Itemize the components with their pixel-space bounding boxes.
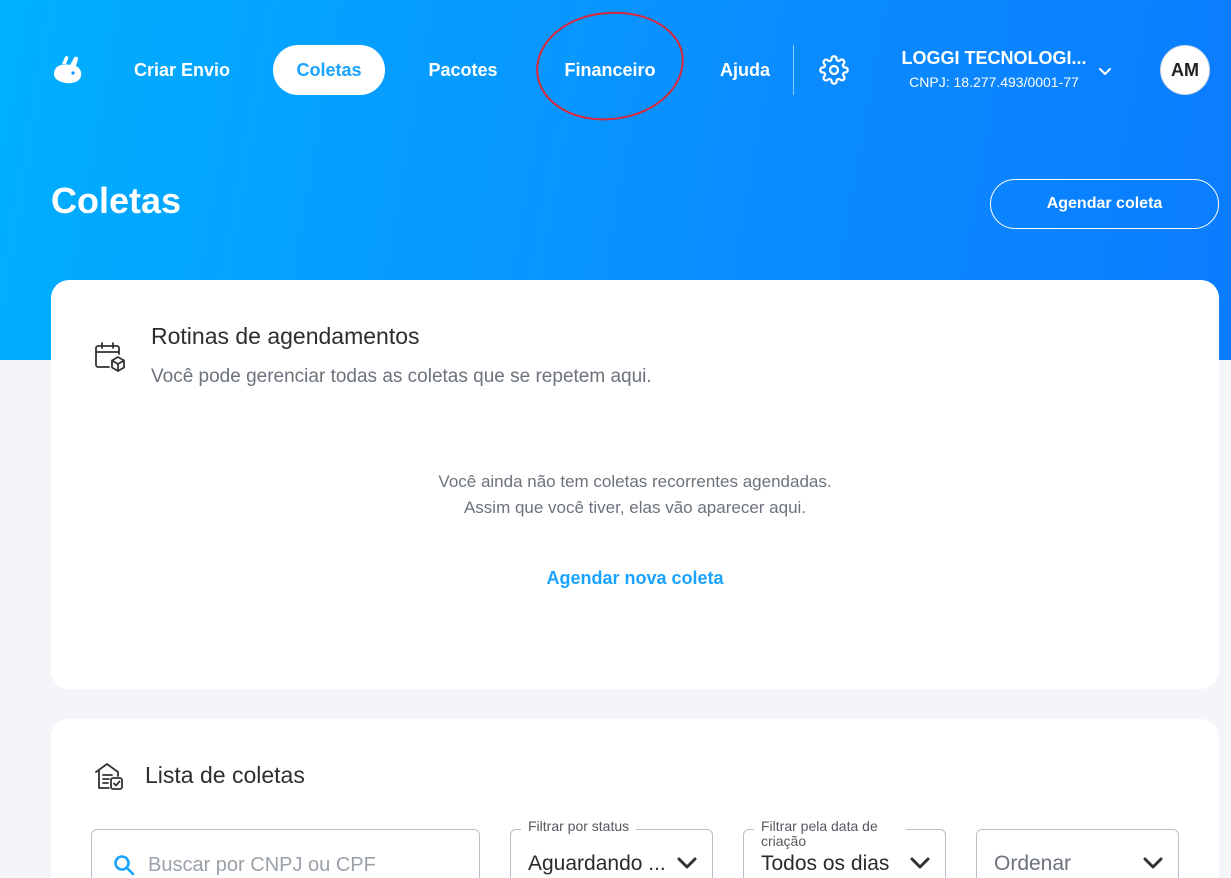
search-input[interactable] <box>148 850 458 878</box>
routines-card: Rotinas de agendamentos Você pode gerenc… <box>51 280 1219 689</box>
search-field <box>91 829 480 878</box>
empty-state-line: Você ainda não tem coletas recorrentes a… <box>438 472 832 491</box>
status-filter-label: Filtrar por status <box>521 819 637 834</box>
avatar[interactable]: AM <box>1160 45 1210 95</box>
red-circle-annotation <box>533 8 687 124</box>
calendar-package-icon <box>95 342 125 372</box>
agendar-coleta-button[interactable]: Agendar coleta <box>990 179 1219 229</box>
company-switcher[interactable]: LOGGI TECNOLOGI... CNPJ: 18.277.493/0001… <box>898 48 1090 90</box>
chevron-down-icon[interactable] <box>1096 62 1114 80</box>
loggi-rabbit-icon[interactable] <box>50 54 84 86</box>
status-filter-select[interactable]: Filtrar por status Aguardando ... <box>510 819 713 878</box>
routines-subtitle: Você pode gerenciar todas as coletas que… <box>151 366 652 387</box>
date-filter-select[interactable]: Filtrar pela data de criação Todos os di… <box>743 819 946 878</box>
top-navigation: Criar Envio Coletas Pacotes Financeiro A… <box>0 0 1231 140</box>
order-select[interactable]: Ordenar <box>976 829 1179 878</box>
nav-divider <box>793 45 794 95</box>
company-name: LOGGI TECNOLOGI... <box>901 48 1087 68</box>
agendar-nova-coleta-link[interactable]: Agendar nova coleta <box>51 568 1219 589</box>
list-title: Lista de coletas <box>145 762 305 788</box>
collections-list-card: Lista de coletas Filtrar por status Agua… <box>51 719 1219 878</box>
nav-pacotes[interactable]: Pacotes <box>418 45 508 95</box>
order-placeholder: Ordenar <box>994 852 1072 875</box>
nav-coletas[interactable]: Coletas <box>273 45 385 95</box>
page-title: Coletas <box>51 180 182 221</box>
routines-title: Rotinas de agendamentos <box>151 323 420 349</box>
status-filter-value: Aguardando ... <box>528 852 666 875</box>
date-filter-value: Todos os dias <box>761 852 890 875</box>
gear-icon[interactable] <box>819 55 849 85</box>
nav-criar-envio[interactable]: Criar Envio <box>124 45 240 95</box>
chevron-down-icon <box>677 857 697 869</box>
routines-empty-state: Você ainda não tem coletas recorrentes a… <box>51 469 1219 521</box>
chevron-down-icon <box>910 857 930 869</box>
search-icon <box>114 855 135 876</box>
chevron-down-icon <box>1143 857 1163 869</box>
nav-ajuda[interactable]: Ajuda <box>710 45 780 95</box>
date-filter-label: Filtrar pela data de criação <box>754 819 906 849</box>
company-cnpj: CNPJ: 18.277.493/0001-77 <box>909 74 1079 90</box>
empty-state-line: Assim que você tiver, elas vão aparecer … <box>463 498 807 517</box>
warehouse-list-icon <box>95 763 123 790</box>
